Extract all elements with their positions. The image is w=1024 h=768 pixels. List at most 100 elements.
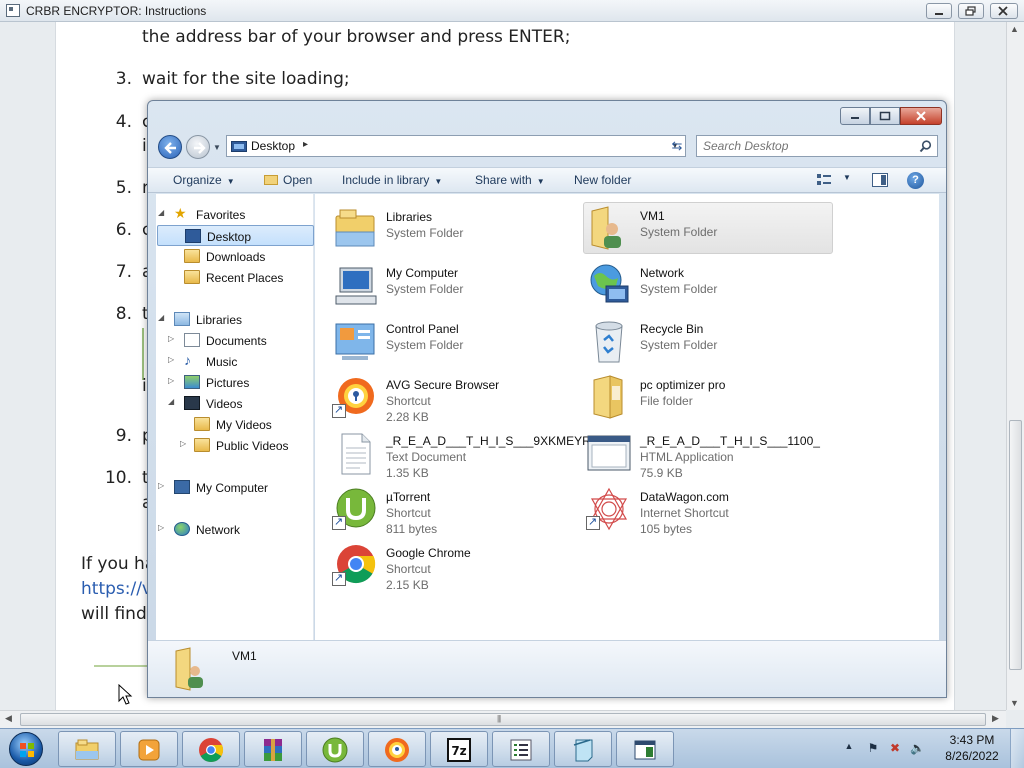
nav-libraries[interactable]: ◢ Libraries <box>156 309 313 330</box>
explorer-close-button[interactable] <box>900 107 942 125</box>
nav-label: Network <box>196 523 241 537</box>
close-button[interactable] <box>990 3 1018 19</box>
back-button[interactable] <box>158 135 182 159</box>
taskbar-chrome[interactable] <box>182 731 240 767</box>
expand-arrow-icon[interactable]: ▷ <box>168 376 174 385</box>
scrollbar-thumb[interactable] <box>20 713 986 726</box>
network-icon <box>174 522 190 536</box>
include-in-library-menu[interactable]: Include in library ▼ <box>342 173 442 187</box>
expand-arrow-icon[interactable]: ▷ <box>158 481 164 490</box>
show-desktop-button[interactable] <box>1010 729 1024 768</box>
nav-label: Public Videos <box>216 439 289 453</box>
expand-arrow-icon[interactable]: ▷ <box>180 439 186 448</box>
nav-public-videos[interactable]: ▷ Public Videos <box>156 435 313 456</box>
nav-music[interactable]: ▷ ♪ Music <box>156 351 313 372</box>
taskbar-winrar[interactable] <box>244 731 302 767</box>
new-folder-button[interactable]: New folder <box>574 173 631 187</box>
start-button[interactable] <box>4 730 48 768</box>
include-in-library-label: Include in library <box>342 173 430 187</box>
nav-downloads[interactable]: Downloads <box>156 246 313 267</box>
nav-pictures[interactable]: ▷ Pictures <box>156 372 313 393</box>
organize-menu[interactable]: Organize ▼ <box>173 173 235 187</box>
taskbar-avg-browser[interactable] <box>368 731 426 767</box>
vertical-scrollbar[interactable]: ▲ ▼ <box>1006 22 1024 710</box>
onion-link[interactable]: https://v <box>81 579 152 599</box>
action-center-flag-icon[interactable]: ⚑ <box>866 741 880 755</box>
item-my-computer[interactable]: My Computer System Folder <box>330 260 580 312</box>
taskbar-media-player[interactable] <box>120 731 178 767</box>
taskbar-7zip[interactable]: 7z <box>430 731 488 767</box>
collapse-arrow-icon[interactable]: ◢ <box>158 208 164 217</box>
network-disconnected-icon[interactable]: ✖ <box>888 741 902 755</box>
scrollbar-grip-icon: ||| <box>497 714 501 723</box>
item-name: Libraries <box>386 210 433 224</box>
item-readme-hta[interactable]: _R_E_A_D___T_H_I_S___1100_ HTML Applicat… <box>584 428 834 480</box>
address-location[interactable]: Desktop <box>251 139 295 153</box>
change-view-icon[interactable] <box>816 173 832 187</box>
item-pc-optimizer-pro[interactable]: pc optimizer pro File folder <box>584 372 834 424</box>
search-box[interactable] <box>696 135 938 157</box>
search-icon[interactable] <box>919 140 932 153</box>
open-button[interactable]: Open <box>264 173 312 187</box>
refresh-button[interactable]: ⇆ <box>666 135 688 157</box>
preview-pane-icon[interactable] <box>872 173 888 187</box>
nav-desktop[interactable]: Desktop <box>157 225 314 246</box>
forward-button[interactable] <box>186 135 210 159</box>
folder-icon <box>194 438 210 452</box>
item-google-chrome[interactable]: Google Chrome Shortcut 2.15 KB <box>330 540 580 592</box>
show-hidden-icons-icon[interactable]: ▲ <box>842 741 856 755</box>
item-readme-txt[interactable]: _R_E_A_D___T_H_I_S___9XKMEYR_ Text Docum… <box>330 428 597 480</box>
nav-recent-places[interactable]: Recent Places <box>156 267 313 288</box>
scroll-left-icon[interactable]: ◀ <box>5 713 12 724</box>
help-icon[interactable]: ? <box>907 172 924 189</box>
horizontal-scrollbar[interactable]: ◀ ||| ▶ <box>0 710 1006 728</box>
expand-arrow-icon[interactable]: ▷ <box>168 334 174 343</box>
nav-my-videos[interactable]: My Videos <box>156 414 313 435</box>
taskbar-explorer[interactable] <box>58 731 116 767</box>
address-bar[interactable]: Desktop ▸ ▼ <box>226 135 686 157</box>
item-network[interactable]: Network System Folder <box>584 260 834 312</box>
item-recycle-bin[interactable]: Recycle Bin System Folder <box>584 316 834 368</box>
taskbar-utorrent[interactable] <box>306 731 364 767</box>
nav-network[interactable]: ▷ Network <box>156 519 313 540</box>
clock-date[interactable]: 8/26/2022 <box>932 749 1012 763</box>
item-vm1[interactable]: VM1 System Folder <box>583 202 833 254</box>
nav-favorites[interactable]: ◢ ★ Favorites <box>156 204 313 225</box>
expand-arrow-icon[interactable]: ▷ <box>158 523 164 532</box>
explorer-minimize-button[interactable] <box>840 107 870 125</box>
minimize-button[interactable] <box>926 3 952 19</box>
scroll-right-icon[interactable]: ▶ <box>992 713 999 724</box>
taskbar-notepad[interactable] <box>554 731 612 767</box>
taskbar-hta-window[interactable] <box>616 731 674 767</box>
nav-videos[interactable]: ◢ Videos <box>156 393 313 414</box>
collapse-arrow-icon[interactable]: ◢ <box>158 313 164 322</box>
scrollbar-thumb[interactable] <box>1009 420 1022 670</box>
nav-documents[interactable]: ▷ Documents <box>156 330 313 351</box>
item-libraries[interactable]: Libraries System Folder <box>330 204 580 256</box>
search-input[interactable] <box>703 139 903 153</box>
recent-pages-dropdown-icon[interactable]: ▼ <box>213 143 221 152</box>
breadcrumb-chevron-icon[interactable]: ▸ <box>303 139 308 150</box>
nav-my-computer[interactable]: ▷ My Computer <box>156 477 313 498</box>
share-with-menu[interactable]: Share with ▼ <box>475 173 545 187</box>
item-avg-secure-browser[interactable]: AVG Secure Browser Shortcut 2.28 KB <box>330 372 580 424</box>
scroll-up-icon[interactable]: ▲ <box>1010 24 1019 34</box>
item-name: VM1 <box>640 209 665 223</box>
taskbar-notepad-list[interactable] <box>492 731 550 767</box>
views-dropdown-icon[interactable]: ▼ <box>843 173 851 182</box>
share-with-label: Share with <box>475 173 532 187</box>
item-utorrent[interactable]: µTorrent Shortcut 811 bytes <box>330 484 580 536</box>
expand-arrow-icon[interactable]: ▷ <box>168 355 174 364</box>
pictures-icon <box>184 375 200 389</box>
restore-button[interactable] <box>958 3 984 19</box>
item-size: 1.35 KB <box>386 466 429 480</box>
volume-icon[interactable]: 🔈 <box>910 741 925 755</box>
item-control-panel[interactable]: Control Panel System Folder <box>330 316 580 368</box>
collapse-arrow-icon[interactable]: ◢ <box>168 397 174 406</box>
item-datawagon[interactable]: DataWagon.com Internet Shortcut 105 byte… <box>584 484 834 536</box>
maximize-icon <box>879 111 891 121</box>
explorer-maximize-button[interactable] <box>870 107 900 125</box>
scroll-down-icon[interactable]: ▼ <box>1010 698 1019 708</box>
clock-time[interactable]: 3:43 PM <box>932 733 1012 747</box>
back-arrow-icon <box>164 142 176 154</box>
